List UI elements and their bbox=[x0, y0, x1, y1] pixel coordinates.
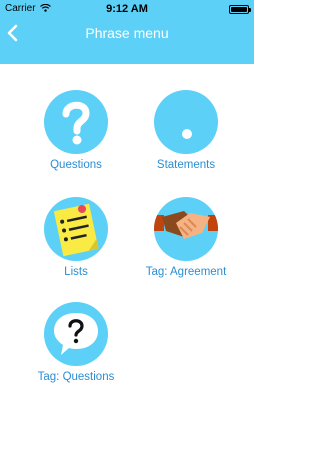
page-title: Phrase menu bbox=[85, 25, 169, 41]
sticky-note-list-icon bbox=[44, 197, 108, 261]
handshake-icon bbox=[154, 197, 218, 261]
tile-lists[interactable]: Lists bbox=[26, 197, 126, 278]
tile-tag-agreement[interactable]: Tag: Agreement bbox=[136, 197, 236, 278]
battery-icon bbox=[229, 5, 251, 14]
nav-bar: Carrier 9:12 AM Phrase menu bbox=[0, 0, 254, 64]
period-dot-icon bbox=[154, 90, 218, 154]
question-mark-icon bbox=[44, 90, 108, 154]
tile-label: Statements bbox=[156, 159, 216, 171]
tile-statements[interactable]: Statements bbox=[136, 90, 236, 171]
tile-label: Tag: Questions bbox=[37, 371, 115, 383]
status-bar: Carrier 9:12 AM bbox=[0, 0, 254, 20]
tile-label: Lists bbox=[64, 266, 88, 278]
tile-label: Tag: Agreement bbox=[145, 266, 227, 278]
tile-label: Questions bbox=[50, 159, 102, 171]
tile-questions[interactable]: Questions bbox=[26, 90, 126, 171]
speech-bubble-question-icon bbox=[44, 302, 108, 366]
clock: 9:12 AM bbox=[106, 3, 148, 15]
tile-tag-questions[interactable]: Tag: Questions bbox=[26, 302, 126, 383]
